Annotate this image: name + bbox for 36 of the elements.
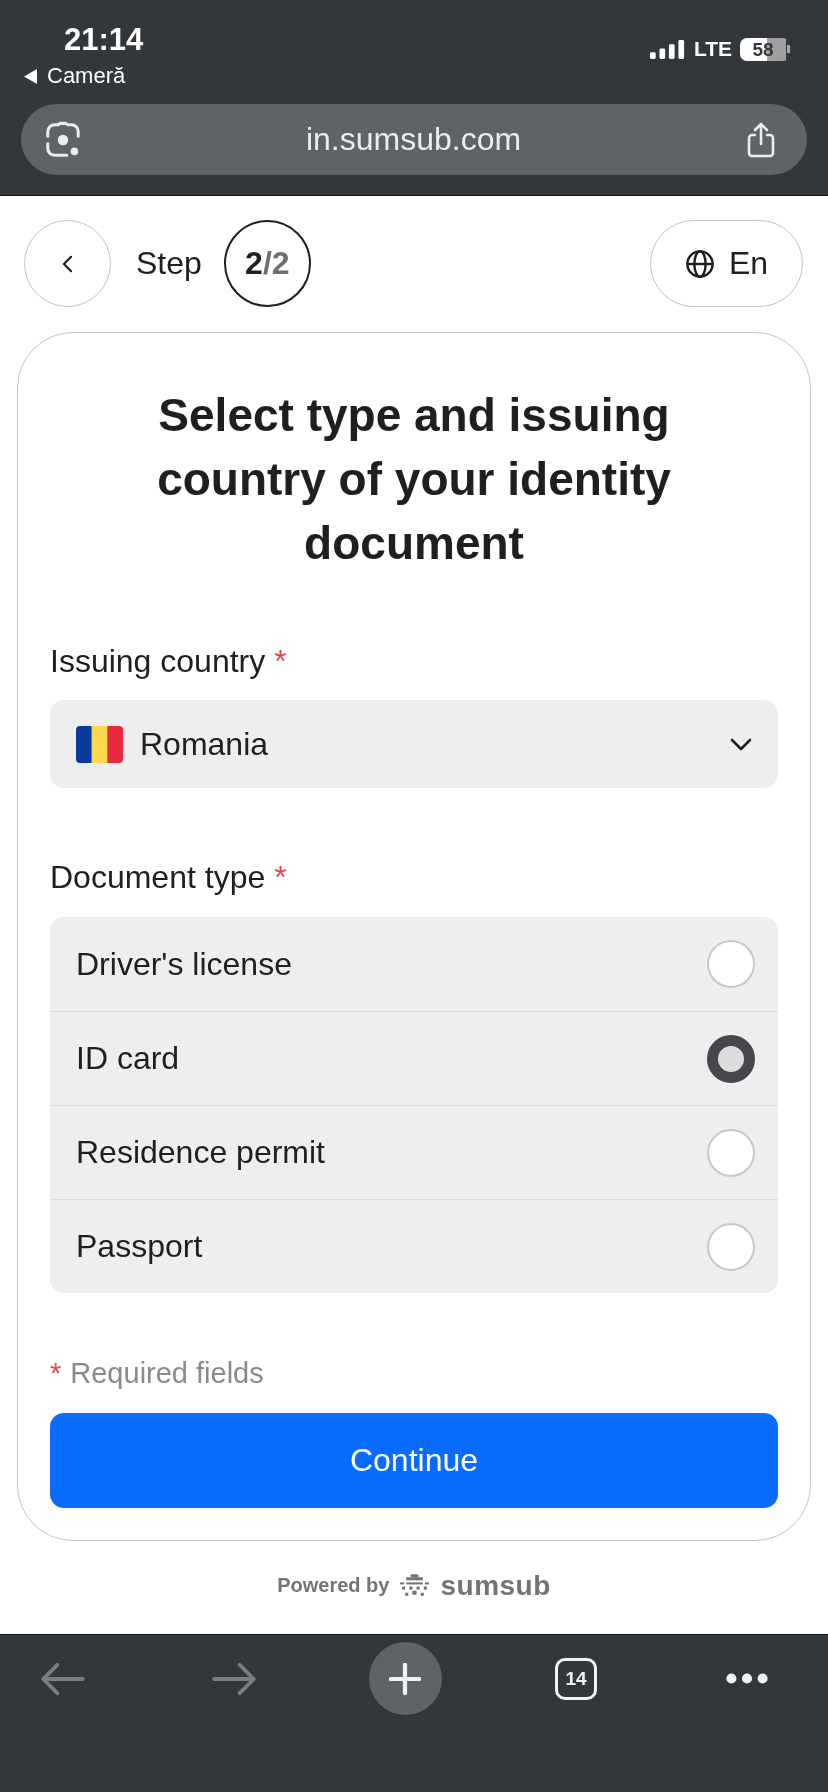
language-button[interactable]: En [650,220,803,307]
signal-icon [649,39,686,59]
battery-indicator: 58 [740,37,790,61]
document-option[interactable]: Passport [50,1199,778,1293]
address-bar[interactable]: in.sumsub.com [21,104,807,175]
country-select[interactable]: Romania [50,700,778,788]
radio-button[interactable] [707,1034,755,1083]
logo-icon [399,1574,431,1597]
powered-by-label: Powered by [277,1574,390,1597]
step-label: Step [136,245,202,282]
triangle-left-icon [24,68,37,84]
document-option[interactable]: Driver's license [50,917,778,1011]
brand-name: sumsub [440,1569,551,1602]
share-icon[interactable] [745,120,777,159]
plus-icon [389,1662,421,1695]
required-mark: * [274,642,287,681]
back-to-app-link[interactable]: Cameră [24,64,126,88]
field-label: Document type [50,858,266,897]
required-mark: * [274,858,287,897]
form-title: Select type and issuing country of your identity document [156,388,672,571]
chevron-down-icon [730,737,752,751]
flag-icon [76,725,123,763]
more-icon [725,1673,769,1684]
step-counter: 2/2 [223,220,311,307]
continue-button[interactable]: Continue [50,1413,778,1508]
chevron-left-icon [62,254,73,273]
tab-count-button[interactable]: 14 [555,1657,597,1700]
required-mark: * [50,1356,62,1391]
network-type: LTE [693,37,732,61]
document-option[interactable]: ID card [50,1011,778,1105]
camera-icon[interactable] [44,120,82,159]
required-note: Required fields [70,1356,264,1391]
document-option[interactable]: Residence permit [50,1105,778,1199]
status-time: 21:14 [64,22,144,58]
field-label: Issuing country [50,642,266,681]
globe-icon [684,248,715,279]
